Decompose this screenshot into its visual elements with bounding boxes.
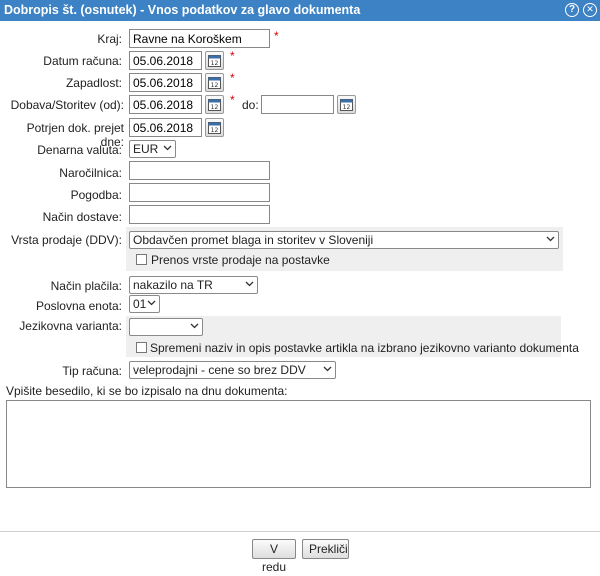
calendar-icon[interactable]: 12 xyxy=(205,118,224,137)
pogodba-label: Pogodba: xyxy=(70,188,122,202)
prenos-vrste-label: Prenos vrste prodaje na postavke xyxy=(151,253,330,267)
vrsta-prodaje-value: Obdavčen promet blaga in storitev v Slov… xyxy=(133,233,374,247)
dobava-label: Dobava/Storitev (od): xyxy=(10,98,124,112)
poslovna-enota-value: 01 xyxy=(133,297,147,311)
svg-text:12: 12 xyxy=(211,104,219,111)
poslovna-enota-label: Poslovna enota: xyxy=(35,299,122,313)
nacin-placila-value: nakazilo na TR xyxy=(133,278,213,292)
tip-racuna-label: Tip računa: xyxy=(62,364,122,378)
calendar-icon[interactable]: 12 xyxy=(205,95,224,114)
valuta-value: EUR xyxy=(133,142,159,156)
datum-racuna-label: Datum računa: xyxy=(43,54,122,68)
nacin-dostave-label: Način dostave: xyxy=(42,210,122,224)
kraj-label: Kraj: xyxy=(97,32,122,46)
dobava-do-input[interactable] xyxy=(261,95,334,114)
svg-text:12: 12 xyxy=(343,104,351,111)
nacin-placila-label: Način plačila: xyxy=(50,279,122,293)
required-marker: * xyxy=(230,93,235,107)
footer-text-label: Vpišite besedilo, ki se bo izpisalo na d… xyxy=(6,384,288,398)
dobava-do-label: do: xyxy=(242,98,259,112)
required-marker: * xyxy=(230,71,235,85)
jezikovna-varianta-select[interactable] xyxy=(129,318,203,336)
narocilnica-input[interactable] xyxy=(129,161,270,180)
datum-racuna-input[interactable] xyxy=(129,51,202,70)
required-marker: * xyxy=(230,49,235,63)
chevron-down-icon xyxy=(190,323,199,329)
svg-text:12: 12 xyxy=(211,82,219,89)
footer-text-area[interactable] xyxy=(6,400,591,488)
narocilnica-label: Naročilnica: xyxy=(59,166,122,180)
cancel-button[interactable]: Prekliči xyxy=(302,539,349,559)
dobava-od-input[interactable] xyxy=(129,95,202,114)
nacin-placila-select[interactable]: nakazilo na TR xyxy=(129,276,258,294)
close-icon[interactable]: ✕ xyxy=(583,3,597,17)
potrjen-input[interactable] xyxy=(129,118,202,137)
jezikovna-varianta-label: Jezikovna varianta: xyxy=(19,319,122,333)
prenos-vrste-checkbox[interactable] xyxy=(136,254,147,265)
spremeni-naziv-label: Spremeni naziv in opis postavke artikla … xyxy=(150,341,579,355)
chevron-down-icon xyxy=(163,145,172,151)
kraj-input[interactable] xyxy=(129,29,270,48)
vrsta-prodaje-label: Vrsta prodaje (DDV): xyxy=(11,233,122,247)
svg-text:12: 12 xyxy=(211,60,219,67)
tip-racuna-value: veleprodajni - cene so brez DDV xyxy=(133,363,306,377)
required-marker: * xyxy=(274,29,279,43)
help-icon[interactable]: ? xyxy=(565,3,579,17)
poslovna-enota-select[interactable]: 01 xyxy=(129,295,160,313)
tip-racuna-select[interactable]: veleprodajni - cene so brez DDV xyxy=(129,361,336,379)
chevron-down-icon xyxy=(147,300,156,306)
svg-text:12: 12 xyxy=(211,127,219,134)
calendar-icon[interactable]: 12 xyxy=(337,95,356,114)
dialog-titlebar: Dobropis št. (osnutek) - Vnos podatkov z… xyxy=(0,0,600,21)
zapadlost-input[interactable] xyxy=(129,73,202,92)
pogodba-input[interactable] xyxy=(129,183,270,202)
calendar-icon[interactable]: 12 xyxy=(205,73,224,92)
spremeni-naziv-checkbox[interactable] xyxy=(136,342,147,353)
vrsta-prodaje-select[interactable]: Obdavčen promet blaga in storitev v Slov… xyxy=(129,231,559,249)
chevron-down-icon xyxy=(323,366,332,372)
dialog-title: Dobropis št. (osnutek) - Vnos podatkov z… xyxy=(4,3,361,17)
chevron-down-icon xyxy=(245,281,254,287)
chevron-down-icon xyxy=(546,236,555,242)
valuta-label: Denarna valuta: xyxy=(37,143,122,157)
zapadlost-label: Zapadlost: xyxy=(65,76,122,90)
calendar-icon[interactable]: 12 xyxy=(205,51,224,70)
divider xyxy=(0,531,600,532)
ok-button[interactable]: V redu xyxy=(252,539,296,574)
nacin-dostave-input[interactable] xyxy=(129,205,270,224)
valuta-select[interactable]: EUR xyxy=(129,140,176,158)
